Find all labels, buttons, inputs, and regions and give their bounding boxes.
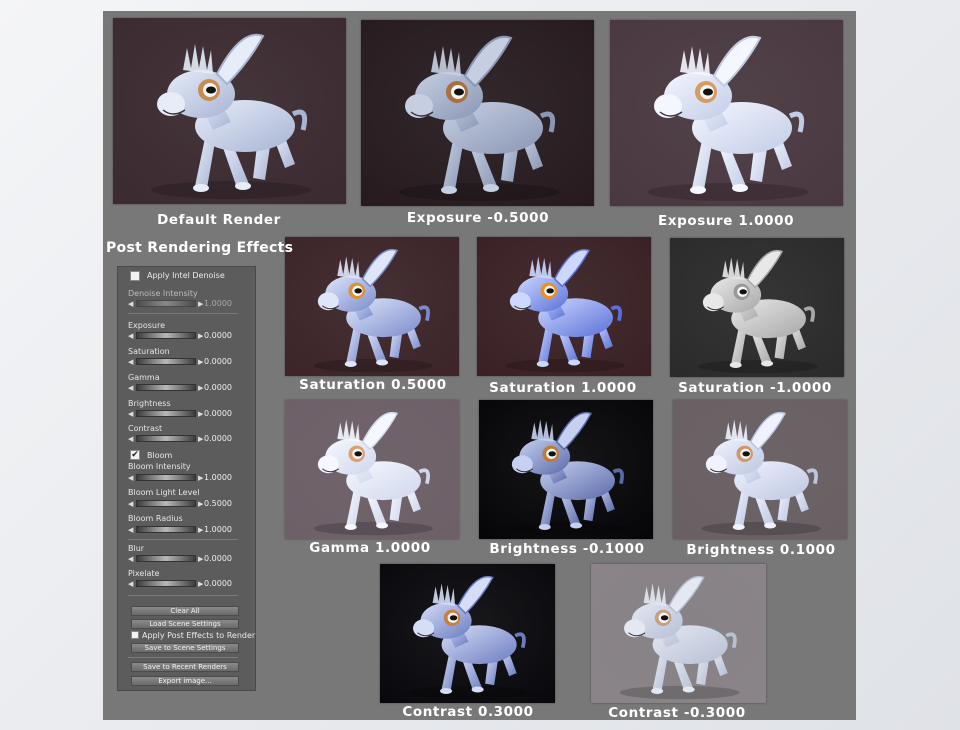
gamma-decrease-icon[interactable]: ◀ <box>128 384 133 392</box>
render-saturation-half <box>285 237 459 376</box>
render-default <box>113 18 346 204</box>
load-scene-settings-button[interactable]: Load Scene Settings <box>131 619 239 629</box>
bloom-light-level-decrease-icon[interactable]: ◀ <box>128 500 133 508</box>
bloom-radius-value: 1.0000 <box>204 525 232 534</box>
blur-value: 0.0000 <box>204 554 232 563</box>
bloom-intensity-slider[interactable] <box>136 474 196 481</box>
denoise-checkbox[interactable] <box>130 271 140 281</box>
render-exposure-pos <box>610 20 843 206</box>
divider <box>128 313 238 314</box>
pixelate-increase-icon[interactable]: ▶ <box>198 580 203 588</box>
saturation-label: Saturation <box>128 347 170 356</box>
caption-contrast-neg: Contrast -0.3000 <box>608 705 746 721</box>
divider <box>128 595 238 596</box>
bloom-radius-decrease-icon[interactable]: ◀ <box>128 526 133 534</box>
post-effects-title: Post Rendering Effects <box>106 240 294 256</box>
saturation-decrease-icon[interactable]: ◀ <box>128 358 133 366</box>
pixelate-label: Pixelate <box>128 569 160 578</box>
saturation-slider[interactable] <box>136 358 196 365</box>
saturation-increase-icon[interactable]: ▶ <box>198 358 203 366</box>
save-recent-renders-button[interactable]: Save to Recent Renders <box>131 662 239 672</box>
contrast-value: 0.0000 <box>204 434 232 443</box>
caption-contrast-pos: Contrast 0.3000 <box>402 704 534 720</box>
caption-saturation-neg: Saturation -1.0000 <box>678 380 832 396</box>
render-saturation-full <box>477 237 651 376</box>
contrast-slider[interactable] <box>136 435 196 442</box>
save-scene-settings-button[interactable]: Save to Scene Settings <box>131 643 239 653</box>
bloom-light-level-label: Bloom Light Level <box>128 488 200 497</box>
exposure-decrease-icon[interactable]: ◀ <box>128 332 133 340</box>
bloom-light-level-slider[interactable] <box>136 500 196 507</box>
blur-label: Blur <box>128 544 145 553</box>
render-brightness-neg <box>479 400 653 539</box>
post-effects-panel: Apply Intel Denoise Denoise Intensity ◀ … <box>117 266 256 691</box>
denoise-intensity-value: 1.0000 <box>204 299 232 308</box>
exposure-slider[interactable] <box>136 332 196 339</box>
bloom-intensity-increase-icon[interactable]: ▶ <box>198 474 203 482</box>
blur-slider[interactable] <box>136 555 196 562</box>
exposure-value: 0.0000 <box>204 331 232 340</box>
contrast-decrease-icon[interactable]: ◀ <box>128 435 133 443</box>
render-contrast-pos <box>380 564 555 703</box>
exposure-label: Exposure <box>128 321 166 330</box>
denoise-checkbox-label: Apply Intel Denoise <box>147 271 225 280</box>
bloom-light-level-value: 0.5000 <box>204 499 232 508</box>
divider <box>128 657 238 658</box>
brightness-label: Brightness <box>128 399 171 408</box>
apply-post-effects-checkbox[interactable] <box>131 631 139 639</box>
bloom-radius-label: Bloom Radius <box>128 514 183 523</box>
export-image-button[interactable]: Export image... <box>131 676 239 686</box>
bloom-intensity-value: 1.0000 <box>204 473 232 482</box>
bloom-checkbox[interactable]: ✔ <box>130 450 140 460</box>
gamma-slider[interactable] <box>136 384 196 391</box>
render-gamma <box>285 400 459 539</box>
render-saturation-neg <box>670 238 844 377</box>
caption-default: Default Render <box>157 212 281 228</box>
render-brightness-pos <box>673 400 847 539</box>
caption-exposure-pos: Exposure 1.0000 <box>657 213 795 229</box>
brightness-slider[interactable] <box>136 410 196 417</box>
denoise-intensity-slider[interactable] <box>136 300 196 307</box>
brightness-increase-icon[interactable]: ▶ <box>198 410 203 418</box>
clear-all-button[interactable]: Clear All <box>131 606 239 616</box>
denoise-intensity-decrease-icon[interactable]: ◀ <box>128 300 133 308</box>
caption-exposure-neg: Exposure -0.5000 <box>406 210 550 226</box>
render-contrast-neg <box>591 564 766 703</box>
divider <box>128 539 238 540</box>
bloom-intensity-decrease-icon[interactable]: ◀ <box>128 474 133 482</box>
pixelate-slider[interactable] <box>136 580 196 587</box>
contrast-label: Contrast <box>128 424 163 433</box>
gamma-increase-icon[interactable]: ▶ <box>198 384 203 392</box>
bloom-radius-increase-icon[interactable]: ▶ <box>198 526 203 534</box>
bloom-light-level-increase-icon[interactable]: ▶ <box>198 500 203 508</box>
saturation-value: 0.0000 <box>204 357 232 366</box>
gamma-value: 0.0000 <box>204 383 232 392</box>
brightness-value: 0.0000 <box>204 409 232 418</box>
caption-brightness-pos: Brightness 0.1000 <box>686 542 836 558</box>
pixelate-value: 0.0000 <box>204 579 232 588</box>
pixelate-decrease-icon[interactable]: ◀ <box>128 580 133 588</box>
bloom-checkbox-label: Bloom <box>147 451 173 460</box>
render-exposure-neg <box>361 20 594 206</box>
denoise-intensity-increase-icon[interactable]: ▶ <box>198 300 203 308</box>
bloom-radius-slider[interactable] <box>136 526 196 533</box>
blur-increase-icon[interactable]: ▶ <box>198 555 203 563</box>
bloom-intensity-label: Bloom Intensity <box>128 462 191 471</box>
brightness-decrease-icon[interactable]: ◀ <box>128 410 133 418</box>
contrast-increase-icon[interactable]: ▶ <box>198 435 203 443</box>
apply-post-effects-label: Apply Post Effects to Render <box>142 631 256 640</box>
blur-decrease-icon[interactable]: ◀ <box>128 555 133 563</box>
denoise-intensity-label: Denoise Intensity <box>128 289 198 298</box>
gamma-label: Gamma <box>128 373 160 382</box>
exposure-increase-icon[interactable]: ▶ <box>198 332 203 340</box>
